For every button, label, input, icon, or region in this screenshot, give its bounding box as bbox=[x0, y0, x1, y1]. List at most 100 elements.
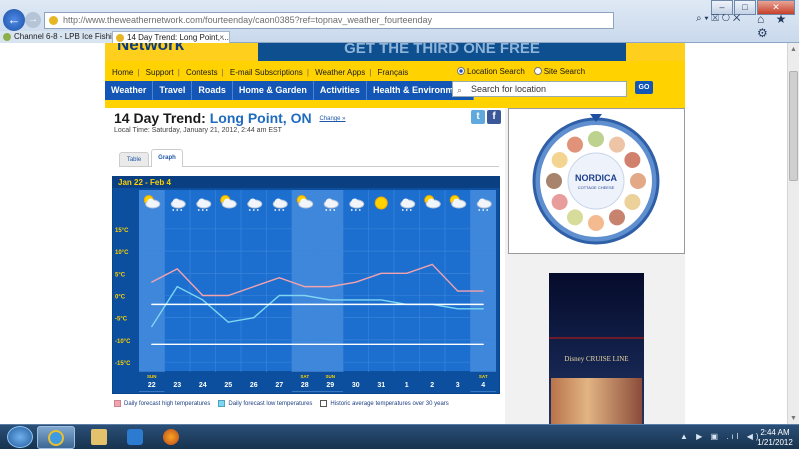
x-axis-band bbox=[139, 372, 496, 391]
twitter-icon[interactable]: t bbox=[471, 110, 485, 124]
back-button[interactable]: ← bbox=[3, 9, 25, 31]
social-links: t f bbox=[469, 110, 501, 124]
nav-weather[interactable]: Weather bbox=[105, 81, 154, 100]
series-point-3 bbox=[406, 343, 408, 345]
sidebar: NORDICA COTTAGE CHEESE Disney CRUISE LIN… bbox=[508, 108, 685, 424]
series-point-0 bbox=[482, 290, 484, 292]
link-weather-apps[interactable]: Weather Apps bbox=[313, 68, 367, 77]
link-support[interactable]: Support bbox=[144, 68, 176, 77]
page-scrollbar[interactable]: ▲ ▼ bbox=[787, 43, 799, 424]
browser-tab-ice-fishing[interactable]: Channel 6-8 - LPB Ice Fishing ... bbox=[0, 31, 130, 43]
series-point-3 bbox=[380, 343, 382, 345]
facebook-icon[interactable]: f bbox=[487, 110, 501, 124]
tab-graph[interactable]: Graph bbox=[151, 149, 183, 167]
series-point-0 bbox=[151, 281, 153, 283]
chart-legend: Daily forecast high temperatures Daily f… bbox=[114, 400, 457, 407]
top-links: Home | Support | Contests | E-mail Subscrip… bbox=[110, 68, 411, 77]
series-point-1 bbox=[355, 299, 357, 301]
link-email-subscriptions[interactable]: E-mail Subscriptions bbox=[228, 68, 305, 77]
disney-cruise-logo: Disney CRUISE LINE bbox=[564, 355, 629, 363]
series-point-0 bbox=[329, 286, 331, 288]
link-francais[interactable]: Français bbox=[376, 68, 411, 77]
day-label: SUN bbox=[147, 374, 157, 379]
wheel-item-image bbox=[630, 173, 646, 189]
series-point-3 bbox=[151, 343, 153, 345]
series-point-0 bbox=[253, 286, 255, 288]
location-search-input[interactable]: ⌕ Search for location bbox=[452, 81, 627, 97]
view-tabs: Table Graph bbox=[119, 149, 499, 167]
forward-button[interactable]: → bbox=[25, 12, 41, 28]
taskbar-media-player[interactable] bbox=[116, 426, 154, 449]
main-column: 14 Day Trend: Long Point, ON Change » t … bbox=[105, 108, 505, 424]
taskbar-clock[interactable]: 2:44 AM 1/21/2012 bbox=[752, 428, 798, 448]
link-contests[interactable]: Contests bbox=[184, 68, 220, 77]
change-location-link[interactable]: Change » bbox=[319, 116, 345, 122]
toolbar-home-favorites-tools-icon[interactable]: ⌂ ★ ⚙ bbox=[757, 12, 799, 40]
web-page: Network GET THE THIRD ONE FREE Home | Sup… bbox=[0, 43, 787, 424]
x-tick-label: 30 bbox=[352, 382, 360, 389]
nav-home-garden[interactable]: Home & Garden bbox=[232, 81, 314, 100]
series-point-0 bbox=[457, 290, 459, 292]
x-tick-label: 31 bbox=[377, 382, 385, 389]
x-tick-label: 3 bbox=[456, 382, 460, 389]
firefox-icon bbox=[163, 429, 179, 445]
go-button[interactable]: GO bbox=[635, 81, 653, 94]
location-search-label: Location Search bbox=[467, 67, 525, 76]
x-tick-label: 4 bbox=[481, 382, 485, 389]
series-point-1 bbox=[329, 299, 331, 301]
site-header: Home | Support | Contests | E-mail Subscrip… bbox=[105, 61, 685, 108]
header-banner: Network GET THE THIRD ONE FREE bbox=[105, 43, 685, 61]
folder-icon bbox=[91, 429, 107, 445]
address-bar[interactable]: http://www.theweathernetwork.com/fourtee… bbox=[44, 12, 614, 29]
start-button[interactable] bbox=[7, 426, 33, 448]
series-point-1 bbox=[202, 299, 204, 301]
browser-chrome: – □ ✕ ← → http://www.theweathernetwork.c… bbox=[0, 0, 799, 43]
tab-close-icon[interactable]: × bbox=[219, 32, 224, 43]
tab-table[interactable]: Table bbox=[119, 152, 149, 166]
nav-travel[interactable]: Travel bbox=[153, 81, 193, 100]
y-tick-label: 10°C bbox=[115, 250, 129, 256]
series-point-3 bbox=[227, 343, 229, 345]
series-point-3 bbox=[355, 343, 357, 345]
y-tick-label: 5°C bbox=[115, 272, 126, 278]
system-tray[interactable]: ▲ ▶ ▣ .ıl ◀) bbox=[680, 432, 762, 441]
wheel-brand: NORDICA bbox=[575, 173, 617, 183]
nordica-wheel-ad[interactable]: NORDICA COTTAGE CHEESE bbox=[508, 108, 685, 254]
series-point-0 bbox=[227, 294, 229, 297]
legend-label-historic: Historic average temperatures over 30 ye… bbox=[330, 400, 449, 407]
nav-roads[interactable]: Roads bbox=[192, 81, 233, 100]
wheel-item-image bbox=[567, 136, 583, 153]
browser-tab-14-day-trend[interactable]: 14 Day Trend: Long Point, ... × bbox=[112, 31, 230, 43]
series-point-1 bbox=[482, 308, 484, 310]
taskbar-file-explorer[interactable] bbox=[80, 426, 118, 449]
series-point-3 bbox=[253, 343, 255, 345]
series-point-1 bbox=[151, 325, 153, 328]
disney-cruise-ad[interactable]: Disney CRUISE LINE bbox=[549, 273, 644, 424]
series-point-2 bbox=[431, 303, 433, 305]
site-favicon-icon bbox=[49, 16, 58, 25]
site-logo[interactable]: Network bbox=[117, 43, 184, 55]
address-controls[interactable]: ⌕ ▾ ☒ ↻ ✕ bbox=[696, 13, 741, 24]
temperature-trend-chart: 15°C 10°C 5°C 0°C -5°C -10°C -15°C Jan 22 - Feb… bbox=[112, 176, 500, 394]
series-point-1 bbox=[227, 321, 229, 323]
location-search-radio[interactable] bbox=[457, 67, 465, 75]
series-point-2 bbox=[151, 303, 153, 305]
series-point-0 bbox=[431, 263, 433, 266]
weather-sun-icon bbox=[374, 196, 388, 210]
nav-activities[interactable]: Activities bbox=[313, 81, 367, 100]
title-prefix: 14 Day Trend: bbox=[114, 110, 206, 126]
scroll-up-icon[interactable]: ▲ bbox=[790, 46, 797, 53]
top-ad-banner[interactable]: GET THE THIRD ONE FREE bbox=[258, 43, 626, 61]
scroll-down-icon[interactable]: ▼ bbox=[790, 415, 797, 422]
series-point-0 bbox=[380, 272, 382, 274]
series-point-1 bbox=[278, 294, 280, 297]
taskbar-firefox[interactable] bbox=[152, 426, 190, 449]
clock-time: 2:44 AM bbox=[760, 428, 790, 437]
site-search-radio[interactable] bbox=[533, 67, 542, 75]
taskbar-internet-explorer[interactable] bbox=[37, 426, 75, 449]
tab-label: 14 Day Trend: Long Point, ... bbox=[127, 33, 229, 42]
day-label: SAT bbox=[479, 374, 488, 379]
series-point-3 bbox=[176, 343, 178, 345]
link-home[interactable]: Home bbox=[110, 68, 135, 77]
scroll-thumb[interactable] bbox=[789, 71, 798, 181]
